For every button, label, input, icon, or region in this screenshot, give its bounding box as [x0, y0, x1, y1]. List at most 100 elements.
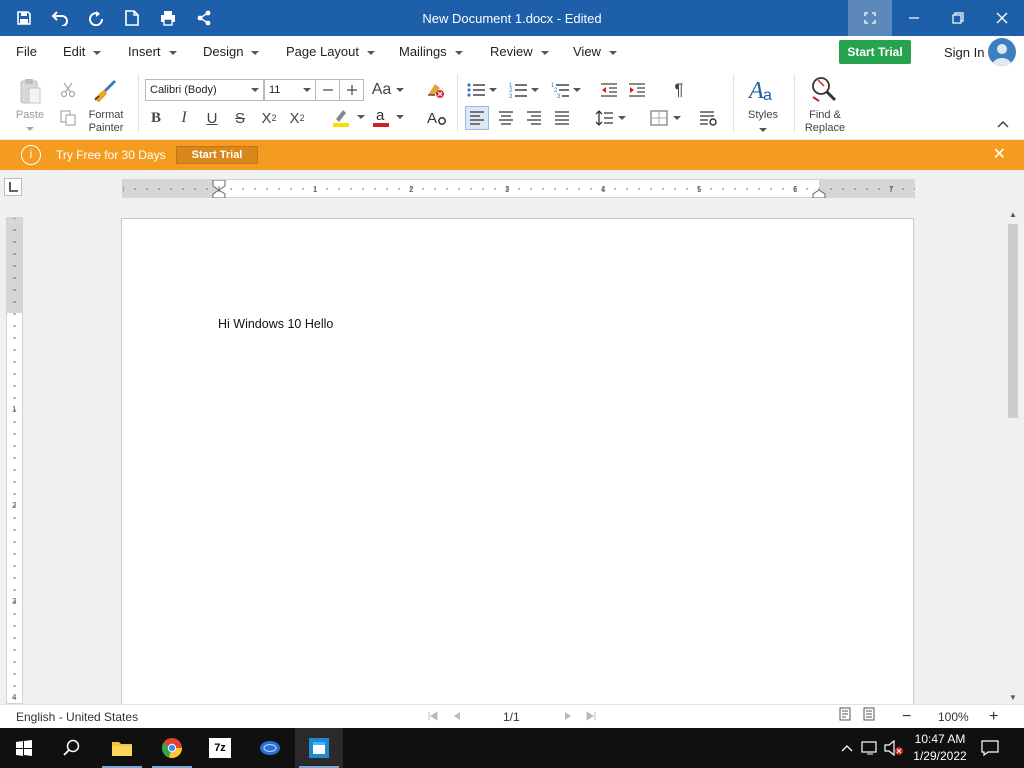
fullscreen-icon[interactable] — [848, 0, 892, 36]
paragraph-settings-icon[interactable] — [697, 106, 719, 130]
menu-review[interactable]: Review — [490, 36, 549, 68]
menu-file[interactable]: File — [16, 36, 37, 68]
menu-edit[interactable]: Edit — [63, 36, 102, 68]
restore-icon[interactable] — [936, 0, 980, 36]
subscript-icon[interactable]: X2 — [257, 108, 281, 128]
multilevel-list-icon[interactable]: 123 — [548, 79, 584, 101]
word-processor-taskbar-icon[interactable] — [295, 728, 343, 768]
menu-page-layout[interactable]: Page Layout — [286, 36, 376, 68]
show-formatting-marks-icon[interactable]: ¶ — [668, 79, 690, 101]
ruler-number: 3 — [505, 185, 510, 194]
align-right-icon[interactable] — [522, 106, 546, 130]
change-case-icon[interactable]: Aa — [370, 79, 406, 101]
paste-icon[interactable] — [16, 76, 44, 106]
decrease-font-size-button[interactable] — [316, 79, 340, 101]
decrease-indent-icon[interactable] — [598, 79, 620, 101]
cut-icon[interactable] — [58, 80, 78, 100]
superscript-icon[interactable]: X2 — [285, 108, 309, 128]
tab-stop-selector[interactable] — [4, 178, 22, 196]
font-settings-icon[interactable]: A — [426, 108, 448, 128]
svg-text:a: a — [376, 107, 385, 124]
previous-page-icon[interactable] — [453, 705, 461, 729]
redo-icon[interactable] — [78, 0, 114, 36]
horizontal-ruler[interactable]: 1 2 3 4 5 6 7 — [122, 179, 916, 199]
search-icon[interactable] — [48, 728, 96, 768]
collapse-ribbon-icon[interactable] — [994, 116, 1012, 132]
format-painter-icon[interactable] — [90, 76, 120, 104]
chrome-icon[interactable] — [148, 728, 196, 768]
borders-icon[interactable] — [645, 106, 685, 130]
zoom-out-icon[interactable]: − — [902, 705, 911, 729]
banner-start-trial-button[interactable]: Start Trial — [176, 146, 258, 164]
menu-design[interactable]: Design — [203, 36, 260, 68]
last-page-icon[interactable] — [586, 705, 596, 729]
start-trial-button[interactable]: Start Trial — [839, 40, 911, 64]
align-left-icon[interactable] — [465, 106, 489, 130]
minimize-icon[interactable] — [892, 0, 936, 36]
7zip-icon[interactable]: 7z — [196, 728, 244, 768]
scroll-up-icon[interactable]: ▲ — [1009, 210, 1017, 219]
strikethrough-icon[interactable]: S — [230, 108, 250, 128]
increase-font-size-button[interactable] — [340, 79, 364, 101]
zoom-level[interactable]: 100% — [938, 705, 969, 729]
network-icon[interactable] — [858, 728, 882, 768]
font-color-icon[interactable]: a — [370, 106, 406, 128]
share-icon[interactable] — [186, 0, 222, 36]
first-page-icon[interactable] — [428, 705, 438, 729]
title-bar: New Document 1.docx - Edited — [0, 0, 1024, 36]
chevron-down-icon — [168, 50, 177, 55]
close-icon[interactable]: ✕ — [993, 140, 1006, 170]
ruler-number: 4 — [12, 693, 17, 702]
vertical-ruler[interactable]: 1 2 3 4 — [6, 217, 23, 704]
highlight-color-icon[interactable] — [328, 106, 368, 128]
chevron-down-icon — [367, 50, 376, 55]
web-layout-icon[interactable] — [863, 705, 875, 729]
find-replace-icon[interactable] — [808, 74, 840, 106]
scroll-down-icon[interactable]: ▼ — [1009, 693, 1017, 702]
notifications-icon[interactable] — [968, 728, 1012, 768]
volume-muted-icon[interactable] — [882, 728, 906, 768]
underline-icon[interactable]: U — [202, 108, 222, 128]
italic-icon[interactable]: I — [174, 108, 194, 128]
print-icon[interactable] — [150, 0, 186, 36]
numbered-list-icon[interactable]: 123 — [506, 79, 542, 101]
windows-taskbar: 7z 10:47 AM 1/29/2022 — [0, 728, 1024, 768]
clear-formatting-icon[interactable] — [424, 79, 446, 101]
document-page[interactable]: Hi Windows 10 Hello — [121, 218, 914, 708]
save-icon[interactable] — [6, 0, 42, 36]
chevron-down-icon[interactable] — [24, 122, 36, 135]
trial-banner: i Try Free for 30 Days Start Trial ✕ — [0, 140, 1024, 170]
bold-icon[interactable]: B — [146, 108, 166, 128]
show-hidden-icons-icon[interactable] — [836, 728, 858, 768]
file-explorer-icon[interactable] — [98, 728, 146, 768]
print-layout-icon[interactable] — [839, 705, 851, 729]
avatar[interactable] — [988, 38, 1016, 66]
next-page-icon[interactable] — [564, 705, 572, 729]
new-document-icon[interactable] — [114, 0, 150, 36]
font-name-select[interactable]: Calibri (Body) — [145, 79, 264, 101]
system-clock[interactable]: 10:47 AM 1/29/2022 — [908, 731, 972, 765]
justify-icon[interactable] — [550, 106, 574, 130]
zoom-in-icon[interactable]: + — [989, 705, 998, 729]
font-size-select[interactable]: 11 — [264, 79, 316, 101]
document-text[interactable]: Hi Windows 10 Hello — [218, 317, 333, 331]
scrollbar-thumb[interactable] — [1008, 224, 1018, 418]
increase-indent-icon[interactable] — [626, 79, 648, 101]
copy-icon[interactable] — [58, 108, 78, 128]
line-spacing-icon[interactable] — [590, 106, 630, 130]
menu-view[interactable]: View — [573, 36, 617, 68]
horizontal-ruler-scale: 1 2 3 4 5 6 7 — [122, 179, 916, 199]
sign-in-link[interactable]: Sign In — [944, 45, 984, 60]
menu-mailings[interactable]: Mailings — [399, 36, 463, 68]
styles-icon[interactable]: Aa — [746, 74, 780, 106]
vertical-scrollbar[interactable]: ▲ ▼ — [1004, 208, 1022, 704]
control-panel-icon[interactable] — [246, 728, 294, 768]
menu-insert[interactable]: Insert — [128, 36, 177, 68]
undo-icon[interactable] — [42, 0, 78, 36]
language-status[interactable]: English - United States — [16, 705, 138, 729]
align-center-icon[interactable] — [494, 106, 518, 130]
start-menu-icon[interactable] — [0, 728, 48, 768]
close-icon[interactable] — [980, 0, 1024, 36]
bullet-list-icon[interactable] — [464, 79, 500, 101]
chevron-down-icon[interactable] — [757, 123, 769, 136]
